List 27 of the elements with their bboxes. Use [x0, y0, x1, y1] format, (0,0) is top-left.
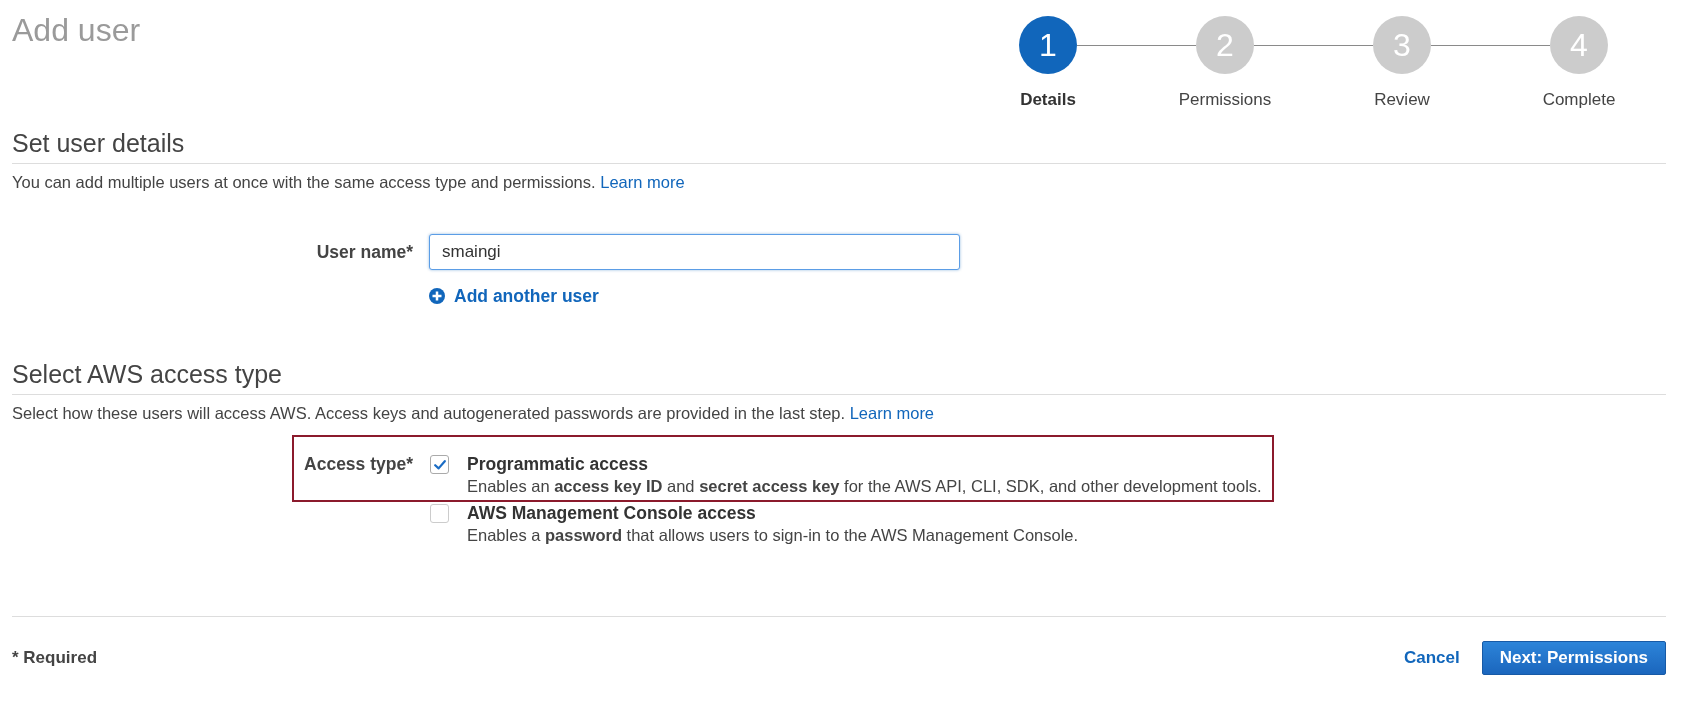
step-number: 1 [1019, 16, 1077, 74]
step-label: Complete [1542, 89, 1616, 110]
step-label: Permissions [1178, 89, 1272, 110]
page-title: Add user [12, 11, 141, 49]
check-icon [433, 459, 446, 470]
section-heading: Set user details [12, 129, 1666, 164]
section-description: You can add multiple users at once with the same access type and permissions. Learn more [12, 172, 686, 192]
learn-more-link[interactable]: Learn more [600, 173, 685, 191]
option-description: Enables an access key ID and secret access key for the AWS API, CLI, SDK, and other development tools. [467, 476, 1262, 497]
add-another-user-link[interactable]: Add another user [429, 286, 599, 306]
learn-more-link[interactable]: Learn more [849, 404, 935, 422]
field-label: Access type* [304, 453, 413, 475]
plus-circle-icon [429, 288, 445, 304]
checkbox[interactable] [430, 504, 449, 523]
step-label: Details [1020, 89, 1076, 110]
field-label: User name* [316, 241, 413, 263]
section-heading: Select AWS access type [12, 360, 1666, 395]
step-label: Review [1374, 89, 1430, 110]
option-title: Programmatic access [467, 453, 649, 475]
next-button[interactable]: Next: Permissions [1481, 641, 1666, 675]
cancel-link[interactable]: Cancel [1403, 648, 1460, 668]
required-note: * Required [12, 648, 98, 668]
checkbox[interactable] [430, 455, 449, 474]
option-title: AWS Management Console access [467, 502, 757, 524]
section-description: Select how these users will access AWS. Access keys and autogenerated passwords are provided in the last step. Learn more [12, 403, 936, 423]
user-name-input[interactable]: smaingi [429, 234, 960, 270]
option-description: Enables a password that allows users to sign-in to the AWS Management Console. [467, 525, 1079, 546]
